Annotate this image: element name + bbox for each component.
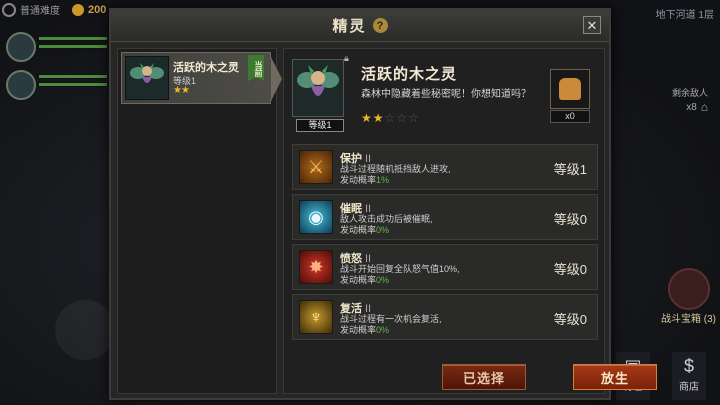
- remaining-enemies-label: 剩余敌人: [671, 88, 708, 98]
- skill-description: 战斗过程随机抵挡敌人进攻, 发动概率1%: [340, 164, 451, 186]
- star-empty-icon: ☆: [384, 111, 397, 125]
- hero-energy-bar-2: [38, 82, 108, 87]
- skill-level: 等级1: [553, 162, 587, 177]
- skill-level: 等级0: [553, 312, 587, 327]
- bread-icon: [559, 78, 581, 100]
- skill-chance-label: 发动概率: [340, 225, 377, 235]
- star-empty-icon: ☆: [408, 111, 420, 125]
- skill-chance-label: 发动概率: [340, 175, 377, 185]
- skill-chance-label: 发动概率: [340, 275, 377, 285]
- dialog-title: 精灵: [332, 18, 367, 35]
- spirit-thumbnail: [125, 56, 169, 100]
- help-icon[interactable]: ?: [372, 18, 388, 33]
- skill-level: 等级0: [553, 262, 587, 277]
- spirit-list-name: 活跃的木之灵: [173, 62, 239, 74]
- skill-row[interactable]: ✸ 愤怒 II 战斗开始回复全队怒气值10%, 发动概率0% 等级0: [292, 244, 598, 290]
- release-button[interactable]: 放生: [573, 364, 657, 390]
- current-badge: 当前: [248, 55, 264, 81]
- spirit-detail-panel: 🔒︎ 等级1 活跃的木之灵 森林中隐藏着些秘密呢！你想知道吗？ ★★☆☆☆ x0…: [283, 48, 605, 394]
- protect-icon: ⚔: [299, 150, 333, 184]
- skill-chance-value: 0%: [376, 325, 390, 335]
- home-icon[interactable]: ⌂: [701, 100, 708, 114]
- skill-row[interactable]: ◉ 催眠 II 敌人攻击成功后被催眠, 发动概率0% 等级0: [292, 194, 598, 240]
- close-button[interactable]: ✕: [583, 16, 601, 34]
- lock-icon[interactable]: 🔒︎: [344, 53, 349, 64]
- gold-amount: 200: [88, 3, 107, 16]
- skill-effect: 敌人攻击成功后被催眠,: [340, 214, 433, 224]
- dialog-header: 精灵 ? ✕: [111, 10, 609, 42]
- difficulty-bar: 普通难度 200: [2, 2, 106, 17]
- bread-item-slot[interactable]: [550, 69, 590, 109]
- hero-energy-bar-1: [38, 44, 108, 49]
- shop-label: 商店: [679, 382, 699, 393]
- battle-chest-button[interactable]: [668, 268, 710, 310]
- skill-description: 战斗过程有一次机会复活, 发动概率0%: [340, 314, 442, 336]
- right-hud: 地下河道 1层 剩余敌人 x8 ⌂ 战斗宝箱 (3): [615, 0, 720, 405]
- revive-icon: ♆: [299, 300, 333, 334]
- skill-description: 敌人攻击成功后被催眠, 发动概率0%: [340, 214, 433, 236]
- item-count: x0: [550, 110, 590, 123]
- skill-chance-value: 0%: [376, 275, 390, 285]
- skill-row[interactable]: ⚔ 保护 II 战斗过程随机抵挡敌人进攻, 发动概率1% 等级1: [292, 144, 598, 190]
- portrait-level: 等级1: [296, 119, 344, 132]
- spirit-list-stars: ★★: [173, 85, 190, 96]
- star-filled-icon: ★: [372, 111, 385, 125]
- enemy-count: x8: [686, 101, 697, 113]
- selection-arrow: [270, 58, 280, 100]
- virtual-joystick[interactable]: [55, 300, 115, 360]
- star-filled-icon: ★: [361, 111, 373, 125]
- skill-effect: 战斗开始回复全队怒气值10%,: [340, 264, 460, 274]
- skill-chance-value: 0%: [376, 225, 390, 235]
- skill-chance-label: 发动概率: [340, 325, 377, 335]
- star-rating: ★★☆☆☆: [361, 111, 420, 125]
- skill-description: 战斗开始回复全队怒气值10%, 发动概率0%: [340, 264, 460, 286]
- skill-list: ⚔ 保护 II 战斗过程随机抵挡敌人进攻, 发动概率1% 等级1 ◉ 催眠 II 敌人攻击成功后被…: [292, 144, 598, 344]
- remaining-enemies-count: x8 ⌂: [686, 100, 708, 114]
- skill-effect: 战斗过程随机抵挡敌人进攻,: [340, 164, 451, 174]
- spirit-description: 森林中隐藏着些秘密呢！你想知道吗？: [361, 89, 531, 100]
- fairy-icon: [130, 63, 164, 83]
- difficulty-label: 普通难度: [20, 6, 60, 17]
- skill-chance-value: 1%: [376, 175, 390, 185]
- rage-icon: ✸: [299, 250, 333, 284]
- settings-gear-icon[interactable]: [2, 2, 16, 17]
- spirit-dialog: 精灵 ? ✕ 活跃的木之灵 等级1 ★★ 当前 🔒︎ 等级1 活跃的木之灵 森林…: [109, 8, 657, 400]
- spirit-portrait: [292, 59, 344, 117]
- floor-name: 地下河道 1层: [655, 10, 714, 21]
- selected-button[interactable]: 已选择: [442, 364, 526, 390]
- hero-health-bar-2: [38, 74, 108, 79]
- skill-level: 等级0: [553, 212, 587, 227]
- star-empty-icon: ☆: [396, 111, 409, 125]
- hero-portrait-2[interactable]: [6, 70, 36, 100]
- skill-effect: 战斗过程有一次机会复活,: [340, 314, 442, 324]
- fairy-portrait-icon: [297, 65, 339, 96]
- skill-row[interactable]: ♆ 复活 II 战斗过程有一次机会复活, 发动概率0% 等级0: [292, 294, 598, 340]
- hero-portrait-1[interactable]: [6, 32, 36, 62]
- battle-chest-label: 战斗宝箱 (3): [661, 314, 716, 325]
- dollar-icon: $: [683, 356, 694, 376]
- hero-health-bar-1: [38, 36, 108, 41]
- spirit-name: 活跃的木之灵: [361, 66, 458, 83]
- shop-button[interactable]: $ 商店: [672, 352, 706, 400]
- gold-coin-icon: [72, 3, 84, 16]
- spirit-list-item[interactable]: 活跃的木之灵 等级1 ★★ 当前: [121, 52, 282, 104]
- spirit-list: 活跃的木之灵 等级1 ★★ 当前: [117, 48, 282, 394]
- eye-icon: ◉: [299, 200, 333, 234]
